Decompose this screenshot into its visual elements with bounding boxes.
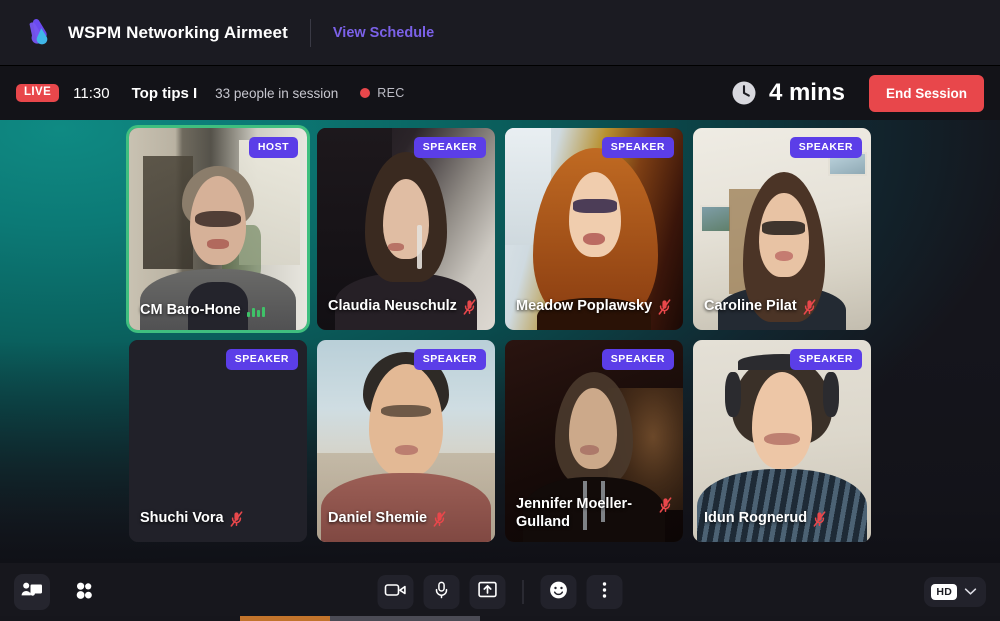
participant-role-badge: SPEAKER bbox=[789, 349, 862, 370]
participant-tile[interactable]: SPEAKER Jennifer Moeller-Gulland bbox=[505, 340, 683, 542]
microphone-muted-icon bbox=[433, 511, 446, 532]
participant-role-badge: SPEAKER bbox=[413, 137, 486, 158]
people-in-session-count: 33 people in session bbox=[215, 85, 339, 101]
video-stage: HOST CM Baro-Hone SPEAKER Claudia Neusch… bbox=[0, 120, 1000, 563]
video-feed bbox=[129, 128, 307, 330]
participant-tile[interactable]: SPEAKER Caroline Pilat bbox=[693, 128, 871, 330]
participant-name: Shuchi Vora bbox=[140, 510, 224, 526]
participant-role-badge: SPEAKER bbox=[789, 137, 862, 158]
live-badge: LIVE bbox=[16, 83, 60, 103]
record-dot-icon bbox=[360, 88, 371, 98]
participant-name: Claudia Neuschulz bbox=[328, 298, 457, 314]
session-status-bar: LIVE 11:30 Top tips I 33 people in sessi… bbox=[0, 66, 1000, 120]
participant-tile[interactable]: HOST CM Baro-Hone bbox=[129, 128, 307, 330]
session-timer: 4 mins bbox=[731, 79, 845, 107]
participant-name-row: Claudia Neuschulz bbox=[328, 297, 485, 320]
session-clock-time: 11:30 bbox=[73, 84, 110, 102]
meeting-title: WSPM Networking Airmeet bbox=[68, 22, 288, 42]
participant-role-badge: SPEAKER bbox=[225, 349, 298, 370]
microphone-muted-icon bbox=[463, 299, 476, 320]
participant-name-row: CM Baro-Hone bbox=[140, 301, 297, 320]
participant-name-row: Jennifer Moeller-Gulland bbox=[516, 495, 673, 532]
participant-grid-row: SPEAKER Shuchi Vora SPEAKER Daniel Shemi… bbox=[129, 340, 871, 542]
end-session-button[interactable]: End Session bbox=[868, 74, 984, 112]
microphone-muted-icon bbox=[659, 497, 672, 518]
participant-name: Caroline Pilat bbox=[704, 298, 797, 314]
smiley-icon bbox=[549, 580, 569, 605]
airmeet-app-window: WSPM Networking Airmeet View Schedule LI… bbox=[0, 0, 1000, 621]
share-screen-button[interactable] bbox=[469, 575, 506, 609]
layout-presenter-button[interactable] bbox=[14, 574, 50, 610]
participants-button[interactable] bbox=[66, 574, 102, 610]
more-options-button[interactable] bbox=[586, 575, 623, 609]
microphone-muted-icon bbox=[658, 299, 671, 320]
toolbar-right-group: HD bbox=[924, 577, 986, 607]
participant-grid-row: HOST CM Baro-Hone SPEAKER Claudia Neusch… bbox=[129, 128, 871, 330]
header-divider bbox=[309, 18, 311, 47]
bottom-toolbar: HD bbox=[0, 563, 1000, 621]
more-vertical-icon bbox=[602, 580, 608, 605]
audio-level-indicator-icon bbox=[246, 306, 265, 318]
recording-indicator: REC bbox=[360, 86, 404, 100]
toolbar-center-group bbox=[377, 575, 623, 609]
participant-name-row: Daniel Shemie bbox=[328, 509, 485, 532]
clock-icon bbox=[731, 80, 757, 106]
people-icon bbox=[73, 580, 95, 605]
microphone-muted-icon bbox=[230, 511, 243, 532]
participant-tile[interactable]: SPEAKER Meadow Poplawsky bbox=[505, 128, 683, 330]
reactions-button[interactable] bbox=[540, 575, 577, 609]
participant-role-badge: SPEAKER bbox=[601, 349, 674, 370]
video-quality-label: HD bbox=[931, 583, 957, 601]
microphone-icon bbox=[434, 581, 450, 604]
microphone-muted-icon bbox=[803, 299, 816, 320]
participant-grid: HOST CM Baro-Hone SPEAKER Claudia Neusch… bbox=[0, 128, 1000, 542]
participant-role-badge: HOST bbox=[248, 137, 298, 158]
participant-name-row: Caroline Pilat bbox=[704, 297, 861, 320]
participant-role-badge: SPEAKER bbox=[413, 349, 486, 370]
participant-name: Jennifer Moeller-Gulland bbox=[516, 495, 633, 531]
video-quality-selector[interactable]: HD bbox=[924, 577, 986, 607]
share-screen-icon bbox=[478, 581, 498, 603]
os-taskbar-strip bbox=[0, 616, 1000, 621]
recording-label: REC bbox=[377, 86, 405, 100]
airmeet-droplet-logo-icon bbox=[20, 16, 54, 50]
microphone-toggle-button[interactable] bbox=[423, 575, 460, 609]
taskbar-segment-inactive bbox=[330, 616, 480, 621]
video-camera-icon bbox=[384, 582, 407, 603]
participant-name-row: Idun Rognerud bbox=[704, 509, 861, 532]
participant-tile[interactable]: SPEAKER Idun Rognerud bbox=[693, 340, 871, 542]
participant-tile[interactable]: SPEAKER Shuchi Vora bbox=[129, 340, 307, 542]
microphone-muted-icon bbox=[813, 511, 826, 532]
layout-presenter-icon bbox=[21, 580, 43, 605]
participant-tile[interactable]: SPEAKER Daniel Shemie bbox=[317, 340, 495, 542]
participant-name-row: Shuchi Vora bbox=[140, 509, 297, 532]
session-name: Top tips I bbox=[131, 84, 198, 102]
taskbar-segment-active bbox=[240, 616, 330, 621]
participant-name: Idun Rognerud bbox=[704, 510, 808, 526]
participant-name: Meadow Poplawsky bbox=[516, 298, 653, 314]
timer-value: 4 mins bbox=[768, 79, 845, 106]
participant-tile[interactable]: SPEAKER Claudia Neuschulz bbox=[317, 128, 495, 330]
toolbar-divider bbox=[522, 580, 524, 604]
top-bar: WSPM Networking Airmeet View Schedule bbox=[0, 0, 1000, 66]
toolbar-left-group bbox=[14, 574, 102, 610]
view-schedule-link[interactable]: View Schedule bbox=[333, 25, 434, 41]
participant-name: CM Baro-Hone bbox=[140, 302, 241, 319]
chevron-down-icon bbox=[964, 583, 977, 601]
participant-name: Daniel Shemie bbox=[328, 510, 428, 526]
participant-role-badge: SPEAKER bbox=[601, 137, 674, 158]
camera-toggle-button[interactable] bbox=[377, 575, 414, 609]
participant-name-row: Meadow Poplawsky bbox=[516, 297, 673, 320]
